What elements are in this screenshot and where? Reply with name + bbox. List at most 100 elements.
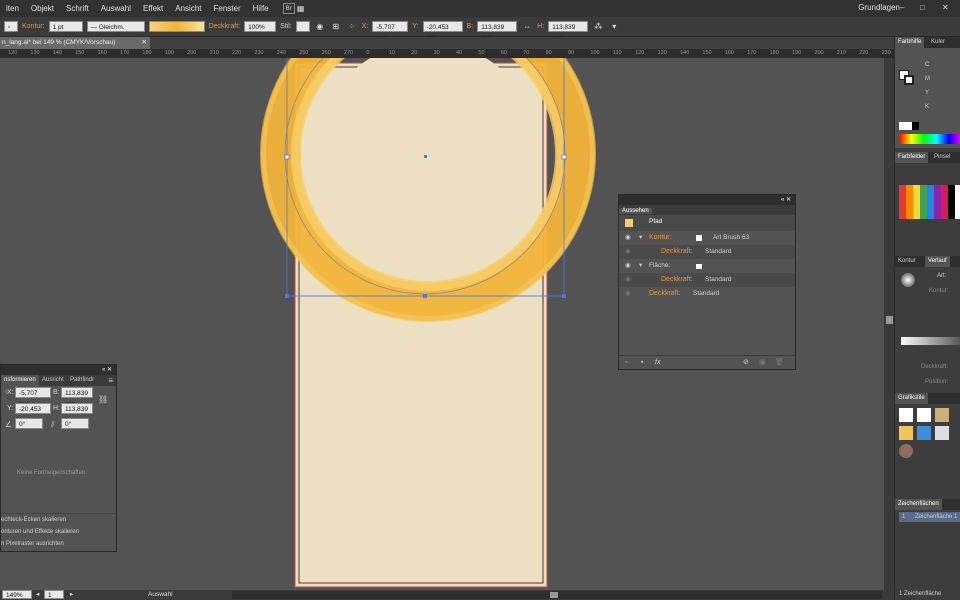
scroll-thumb[interactable] — [886, 316, 893, 324]
tab-zeichenflaechen[interactable]: Zeichenflächen — [895, 499, 942, 510]
eye-icon[interactable]: ◉ — [625, 231, 631, 245]
menu-item-fenster[interactable]: Fenster — [208, 4, 247, 13]
appearance-row-kontur-opacity[interactable]: ◉ Deckkraft: Standard — [619, 245, 795, 259]
recolor-icon[interactable]: ◉ — [314, 21, 326, 32]
close-doc-icon[interactable]: ✕ — [142, 37, 147, 49]
prev-artboard-icon[interactable]: ◂ — [36, 590, 39, 598]
option-scale-strokes[interactable]: onturen und Effekte skalieren — [1, 526, 116, 538]
tab-pathfinder[interactable]: Pathfindr — [67, 375, 97, 386]
align-icon[interactable]: ⊞ — [330, 21, 342, 32]
eye-icon[interactable]: ◉ — [625, 287, 631, 301]
new-stroke-icon[interactable]: ▫ — [625, 356, 627, 370]
tab-pinsel[interactable]: Pinsel — [931, 152, 953, 163]
opacity-row-label[interactable]: Deckkraft: — [661, 273, 693, 287]
transform-icon[interactable]: ⁂ — [592, 21, 604, 32]
menu-item-ansicht[interactable]: Ansicht — [169, 4, 207, 13]
opacity-row-label[interactable]: Deckkraft: — [661, 245, 693, 259]
opacity-field[interactable]: 100% — [244, 21, 277, 32]
tab-farbhilfe[interactable]: Farbhilfe — [895, 37, 925, 48]
tab-aussehen[interactable]: Aussehen — [619, 208, 652, 214]
gradient-thumb[interactable] — [901, 273, 915, 287]
opacity-row-label[interactable]: Deckkraft: — [649, 287, 681, 301]
bridge-icon[interactable]: Br — [282, 3, 295, 14]
menu-item-bearbeiten[interactable]: iten — [0, 4, 25, 13]
panel-menu-icon[interactable]: ≡ — [108, 376, 113, 385]
tab-transformieren[interactable]: nsformieren — [1, 375, 39, 386]
kontur-label[interactable]: Kontur: — [22, 23, 45, 30]
appearance-titlebar[interactable]: « ✕ — [619, 195, 795, 205]
tab-kontur[interactable]: Kontur — [895, 256, 919, 267]
reference-point-icon[interactable]: ⁘ — [346, 21, 358, 32]
zoom-field[interactable]: 149% — [2, 590, 32, 599]
expand-icon[interactable]: ▾ — [639, 259, 642, 273]
hscroll-thumb[interactable] — [550, 592, 558, 598]
graphic-styles-grid[interactable] — [899, 408, 960, 464]
menu-item-objekt[interactable]: Objekt — [25, 4, 60, 13]
kontur-row-label[interactable]: Kontur: — [649, 231, 672, 245]
style-dropdown[interactable] — [295, 21, 310, 32]
swatches-grid[interactable] — [899, 185, 960, 219]
next-artboard-icon[interactable]: ▸ — [70, 590, 73, 598]
eye-icon[interactable]: ◉ — [625, 273, 631, 287]
delete-item-icon[interactable]: 🗑 — [775, 356, 784, 370]
gradient-slider[interactable] — [901, 337, 960, 345]
option-scale-corners[interactable]: echteck-Ecken skalieren — [1, 514, 116, 526]
workspace-switcher[interactable]: Grundlagen — [858, 3, 900, 12]
eye-icon[interactable]: ◉ — [625, 259, 631, 273]
fill-stroke-indicator[interactable] — [899, 70, 915, 86]
h-field[interactable]: 113,839 mm — [61, 403, 93, 424]
transform-titlebar[interactable]: « ✕ — [1, 365, 116, 375]
stroke-profile-dropdown[interactable]: — Gleichm. — [86, 21, 145, 32]
menu-item-schrift[interactable]: Schrift — [60, 4, 95, 13]
new-fill-icon[interactable]: ▪ — [641, 356, 643, 370]
eye-icon[interactable]: ◉ — [625, 245, 631, 259]
artboard-list-item[interactable]: 1 Zeichenfläche 1 — [899, 512, 960, 522]
stroke-weight-field[interactable]: 1 pt — [48, 21, 83, 32]
arrange-docs-icon[interactable]: ▦ — [295, 3, 307, 14]
tab-verlauf[interactable]: Verlauf — [925, 256, 950, 267]
flaeche-row-label[interactable]: Fläche: — [649, 259, 670, 273]
y-field[interactable]: -20,453 mm — [15, 403, 51, 424]
stroke-swatch[interactable] — [696, 235, 702, 241]
appearance-row-kontur[interactable]: ◉ ▾ Kontur: Art Brush 63 — [619, 231, 795, 245]
horizontal-scrollbar[interactable] — [232, 591, 882, 599]
link-proportions-icon[interactable]: ⇔ — [521, 21, 533, 32]
opacity-label[interactable]: Deckkraft: — [209, 23, 241, 30]
appearance-row-flaeche[interactable]: ◉ ▾ Fläche: — [619, 259, 795, 273]
menu-item-hilfe[interactable]: Hilfe — [247, 4, 275, 13]
restore-icon[interactable]: □ — [920, 3, 925, 12]
brush-dropdown[interactable] — [148, 21, 205, 32]
menu-item-effekt[interactable]: Effekt — [137, 4, 169, 13]
panel-menu-icon[interactable]: ▾ — [608, 21, 620, 32]
fill-swatch[interactable]: ▫ — [4, 21, 18, 32]
artboard-page-field[interactable]: 1 — [44, 590, 64, 599]
x-field[interactable]: -5,707 mm — [15, 387, 51, 408]
vertical-scrollbar[interactable] — [884, 58, 894, 590]
close-icon[interactable]: ✕ — [942, 3, 949, 12]
tab-ausrichten[interactable]: Ausricht — [39, 375, 67, 386]
fill-none-swatch[interactable] — [696, 263, 702, 269]
shear-field[interactable]: 0° — [61, 418, 89, 429]
tab-grafikstile[interactable]: Grafikstile — [895, 393, 928, 404]
none-white-black-swatches[interactable] — [899, 122, 919, 130]
appearance-row-fill-opacity[interactable]: ◉ Deckkraft: Standard — [619, 273, 795, 287]
x-field[interactable]: -5,707 mm — [372, 21, 409, 42]
h-field[interactable]: 113,839 mm — [548, 21, 589, 42]
add-effect-icon[interactable]: fx — [655, 356, 660, 370]
y-field[interactable]: -20,453 mm — [422, 21, 463, 42]
tab-kuler[interactable]: Kuler — [928, 37, 948, 48]
angle-field[interactable]: 0° — [15, 418, 43, 429]
document-tab[interactable]: n_lang.ai* bei 149 % (CMYK/Vorschau) ✕ — [0, 37, 150, 49]
tab-farbfelder[interactable]: Farbfelder — [895, 152, 929, 163]
b-field[interactable]: 113,839 mm — [61, 387, 93, 408]
expand-icon[interactable]: ▾ — [639, 231, 642, 245]
minimize-icon[interactable]: – — [900, 3, 904, 12]
tool-status[interactable]: Auswahl — [148, 591, 173, 598]
menu-item-auswahl[interactable]: Auswahl — [95, 4, 137, 13]
duplicate-item-icon[interactable]: ▣ — [759, 356, 766, 370]
option-pixel-grid[interactable]: n Pixelraster ausrichten — [1, 538, 116, 550]
clear-appearance-icon[interactable]: ⊘ — [743, 356, 749, 370]
b-field[interactable]: 113,839 mm — [477, 21, 518, 42]
link-icon[interactable]: ⛓ — [98, 395, 108, 404]
color-spectrum[interactable] — [899, 134, 960, 144]
